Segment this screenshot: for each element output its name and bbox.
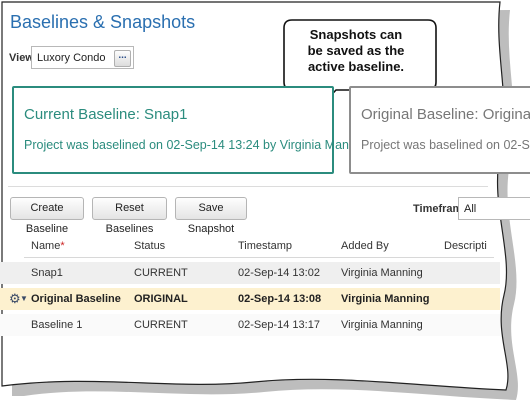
view-value: Luxory Condo [37, 52, 106, 64]
callout-line-2: be saved as the [307, 43, 405, 58]
table-row[interactable]: Snap1 CURRENT 02-Sep-14 13:02 Virginia M… [0, 262, 500, 284]
row-status: ORIGINAL [134, 293, 188, 305]
create-baseline-button[interactable]: Create Baseline [10, 197, 84, 235]
timeframe-value: All [464, 203, 477, 215]
row-timestamp: 02-Sep-14 13:02 [238, 267, 320, 279]
save-snapshot-button[interactable]: Save Snapshot [175, 197, 247, 235]
caret-down-icon[interactable]: ▼ [20, 294, 28, 303]
column-header-description[interactable]: Descripti [444, 240, 487, 252]
row-name: Snap1 [31, 267, 63, 279]
reset-baselines-button[interactable]: Reset Baselines [92, 197, 167, 235]
callout-line-3: active baseline. [307, 59, 405, 74]
original-baseline-card[interactable]: Original Baseline: Original B Project wa… [349, 86, 530, 174]
timeframe-select[interactable]: All [458, 197, 530, 220]
row-added-by: Virginia Manning [341, 319, 423, 331]
column-header-added-by[interactable]: Added By [341, 240, 389, 252]
column-header-status[interactable]: Status [134, 240, 165, 252]
current-baseline-card[interactable]: Current Baseline: Snap1 Project was base… [12, 86, 359, 174]
name-header-label: Name [31, 240, 61, 252]
row-added-by: Virginia Manning [341, 267, 423, 279]
original-baseline-description: Project was baselined on 02-Sep-1 [361, 138, 530, 152]
table-row-selected[interactable]: ⚙ ▼ Original Baseline ORIGINAL 02-Sep-14… [0, 288, 500, 310]
column-header-timestamp[interactable]: Timestamp [238, 240, 292, 252]
gear-icon[interactable]: ⚙ [9, 291, 21, 307]
header-divider [24, 257, 494, 258]
view-selector[interactable]: Luxory Condo ... [31, 46, 134, 69]
callout-line-1: Snapshots can [309, 27, 403, 42]
section-divider [8, 186, 488, 187]
row-status: CURRENT [134, 267, 188, 279]
current-baseline-title: Current Baseline: Snap1 [24, 106, 188, 123]
row-timestamp: 02-Sep-14 13:08 [238, 293, 322, 305]
page-title: Baselines & Snapshots [10, 12, 196, 32]
row-name: Original Baseline [31, 293, 121, 305]
table-row[interactable]: Baseline 1 CURRENT 02-Sep-14 13:17 Virgi… [0, 314, 500, 336]
column-header-name[interactable]: Name* [31, 240, 65, 252]
row-timestamp: 02-Sep-14 13:17 [238, 319, 320, 331]
current-baseline-description: Project was baselined on 02-Sep-14 13:24… [24, 138, 360, 152]
row-status: CURRENT [134, 319, 188, 331]
ellipsis-button[interactable]: ... [114, 50, 131, 67]
row-added-by: Virginia Manning [341, 293, 430, 305]
required-marker: * [60, 240, 65, 252]
row-name: Baseline 1 [31, 319, 83, 331]
callout-text: Snapshots can be saved as the active bas… [286, 27, 426, 75]
original-baseline-title: Original Baseline: Original B [361, 106, 530, 123]
